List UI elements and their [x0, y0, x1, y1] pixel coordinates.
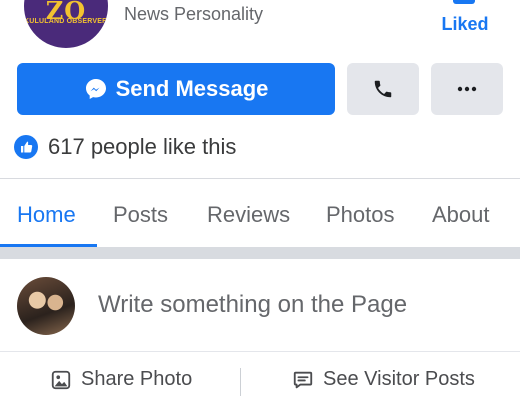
- liked-label: Liked: [441, 14, 489, 34]
- send-message-label: Send Message: [115, 76, 269, 101]
- divider: [0, 178, 520, 179]
- share-photo-button[interactable]: Share Photo: [50, 368, 192, 391]
- composer-input[interactable]: Write something on the Page: [98, 291, 407, 319]
- messenger-icon: [85, 79, 106, 99]
- liked-icon: [453, 0, 475, 4]
- share-photo-label: Share Photo: [81, 368, 193, 390]
- send-message-button[interactable]: Send Message: [17, 63, 335, 115]
- more-icon: [457, 86, 477, 92]
- thumbs-up-icon: [14, 135, 38, 159]
- tab-reviews[interactable]: Reviews: [207, 202, 290, 228]
- divider: [240, 368, 241, 396]
- chat-icon: [293, 371, 313, 388]
- likes-count-text: 617 people like this: [48, 134, 237, 159]
- avatar[interactable]: [17, 277, 75, 335]
- page-tabs: Home Posts Reviews Photos About: [0, 180, 520, 246]
- likes-summary: 617 people like this: [14, 133, 236, 161]
- see-visitor-posts-button[interactable]: See Visitor Posts: [292, 368, 475, 391]
- page-category: News Personality: [124, 4, 264, 24]
- page-logo[interactable]: ZO KULULAND OBSERVERS: [22, 0, 110, 50]
- phone-icon: [374, 80, 392, 98]
- photo-icon: [51, 370, 71, 389]
- tab-posts[interactable]: Posts: [113, 202, 168, 228]
- tab-photos[interactable]: Photos: [326, 202, 395, 228]
- more-options-button[interactable]: [431, 63, 503, 115]
- page-header: ZO KULULAND OBSERVERS News Personality L…: [0, 0, 520, 60]
- liked-button[interactable]: Liked: [436, 0, 494, 40]
- composer-actions: Share Photo See Visitor Posts: [0, 352, 520, 400]
- tab-home[interactable]: Home: [17, 202, 76, 228]
- call-button[interactable]: [347, 63, 419, 115]
- see-visitor-posts-label: See Visitor Posts: [323, 368, 475, 390]
- post-composer: Write something on the Page: [0, 259, 520, 351]
- section-separator: [0, 247, 520, 259]
- tab-about[interactable]: About: [432, 202, 490, 228]
- logo-caption: KULULAND OBSERVERS: [24, 18, 110, 25]
